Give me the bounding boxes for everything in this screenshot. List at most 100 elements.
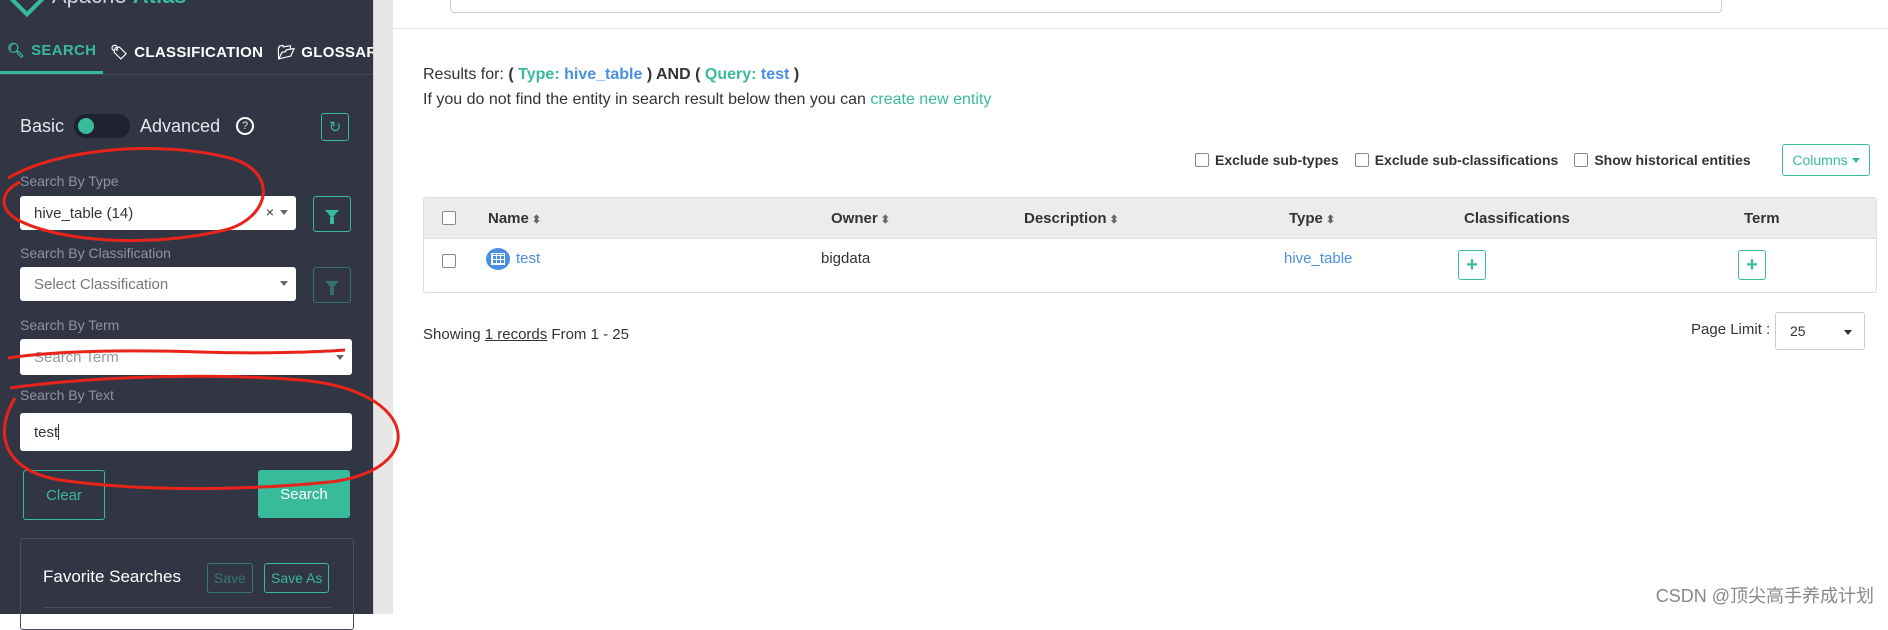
favorite-searches-panel: Favorite Searches Save Save As [20,538,354,630]
favorites-divider [43,607,331,608]
checkbox-box[interactable] [1195,153,1209,167]
entity-name-link[interactable]: test [516,250,540,267]
csdn-watermark: CSDN @顶尖高手养成计划 [1655,586,1874,606]
header-divider [393,28,1888,29]
results-paren-close: ) [793,66,800,83]
sort-icon: ⬍ [1109,214,1119,226]
add-classification-button[interactable]: + [1458,250,1486,280]
atlas-logo-mark-icon [5,0,49,18]
row-checkbox[interactable] [442,254,456,268]
columns-button[interactable]: Columns [1782,144,1870,176]
term-select-placeholder: Search Term [34,348,119,366]
type-select-count: (14) [106,204,134,222]
page-limit-value: 25 [1790,323,1806,339]
entity-owner: bigdata [821,250,871,267]
page-limit-select[interactable]: 25 [1775,312,1865,350]
sidebar-tabs: 🔍︎ SEARCH 🏷︎ CLASSIFICATION 📂︎ GLOSSARY [0,30,387,75]
basic-advanced-switch[interactable] [74,114,131,138]
select-all-checkbox[interactable] [442,211,456,225]
create-new-entity-link[interactable]: create new entity [870,91,991,108]
results-table: Name ⬍ Owner ⬍ Description ⬍ Type ⬍ Classifi… [423,197,1877,293]
column-header-classifications: Classifications [1464,210,1570,227]
folder-open-icon: 📂︎ [277,43,296,60]
classification-select-placeholder: Select Classification [34,275,169,293]
advanced-label: Advanced [140,115,221,136]
refresh-button[interactable]: ↻ [321,113,349,141]
type-select[interactable]: hive_table (14) × [20,196,296,230]
column-header-type[interactable]: Type ⬍ [1289,210,1335,227]
checkbox-box[interactable] [1354,153,1369,167]
sort-icon: ⬍ [1325,214,1336,226]
chevron-down-icon [280,210,288,215]
atlas-logo[interactable]: Apache Atlas [5,0,187,18]
search-text-value: test [34,423,59,441]
pagination-summary: Showing 1 records From 1 - 25 [423,326,629,343]
search-by-classification-label: Search By Classification [20,245,171,261]
type-filter-button[interactable] [313,196,351,232]
type-select-value: hive_table [34,204,103,222]
sidebar-resizer[interactable] [373,0,394,614]
switch-knob [78,118,95,134]
column-header-owner[interactable]: Owner ⬍ [831,210,890,227]
save-button[interactable]: Save [207,563,253,593]
help-icon[interactable]: ? [236,117,255,135]
column-header-name[interactable]: Name ⬍ [488,210,541,227]
results-type-key: Type: [518,66,560,83]
tab-classification[interactable]: 🏷︎ CLASSIFICATION [103,30,270,74]
records-range: From 1 - 25 [551,326,629,343]
term-select[interactable]: Search Term [20,339,352,375]
clear-button[interactable]: Clear [23,470,105,520]
table-header: Name ⬍ Owner ⬍ Description ⬍ Type ⬍ Classifi… [424,198,1876,239]
clear-type-icon[interactable]: × [266,204,274,220]
hint-text: If you do not find the entity in search … [423,91,866,108]
search-button[interactable]: Search [258,470,350,518]
filter-icon [325,210,339,224]
logo-prefix: Apache [52,0,127,8]
classification-select[interactable]: Select Classification [20,267,296,301]
results-and: ) AND ( [646,66,701,83]
classification-filter-button[interactable] [313,267,351,303]
columns-label: Columns [1792,152,1848,168]
chevron-down-icon [1844,330,1852,335]
sort-icon: ⬍ [880,214,890,226]
exclude-subclassifications-label: Exclude sub-classifications [1374,152,1559,168]
exclude-subtypes-label: Exclude sub-types [1215,152,1339,168]
exclude-subtypes-checkbox[interactable]: Exclude sub-types [1195,152,1339,168]
hive-table-icon [486,248,510,270]
favorite-searches-title: Favorite Searches [43,567,181,586]
search-icon: 🔍︎ [7,42,26,58]
result-filters: Exclude sub-types Exclude sub-classifica… [1195,152,1751,168]
main-content: Results for: ( Type: hive_table ) AND ( … [393,0,1888,614]
results-summary: Results for: ( Type: hive_table ) AND ( … [423,66,799,84]
create-entity-hint: If you do not find the entity in search … [423,91,991,109]
search-text-input[interactable]: test [20,413,352,451]
showing-label: Showing [423,326,481,343]
save-as-button[interactable]: Save As [264,563,330,593]
logo-name: Atlas [133,0,187,8]
chevron-down-icon [336,355,344,360]
add-term-button[interactable]: + [1738,250,1766,280]
page-limit-label: Page Limit : [1691,321,1771,338]
column-header-description[interactable]: Description ⬍ [1024,210,1119,227]
tab-search[interactable]: 🔍︎ SEARCH [0,30,104,74]
checkbox-box[interactable] [1574,153,1589,167]
search-mode-toggle-row: Basic Advanced ? [20,114,255,138]
results-paren: ( [508,66,514,83]
refresh-icon: ↻ [328,119,342,136]
records-count-link[interactable]: 1 records [485,326,548,343]
search-by-term-label: Search By Term [20,317,120,333]
results-type-value: hive_table [564,66,643,83]
show-historical-checkbox[interactable]: Show historical entities [1574,152,1751,168]
chevron-down-icon [280,281,288,286]
exclude-subclassifications-checkbox[interactable]: Exclude sub-classifications [1354,152,1559,168]
show-historical-label: Show historical entities [1594,152,1751,168]
search-by-text-label: Search By Text [20,387,114,403]
basic-label: Basic [20,115,65,136]
global-search-bar[interactable] [450,0,1722,13]
column-header-term: Term [1744,210,1780,227]
sort-icon: ⬍ [531,214,542,226]
results-prefix: Results for: [423,66,504,83]
caret-down-icon [1851,157,1860,163]
tab-search-label: SEARCH [31,42,97,59]
entity-type-link[interactable]: hive_table [1284,250,1352,267]
